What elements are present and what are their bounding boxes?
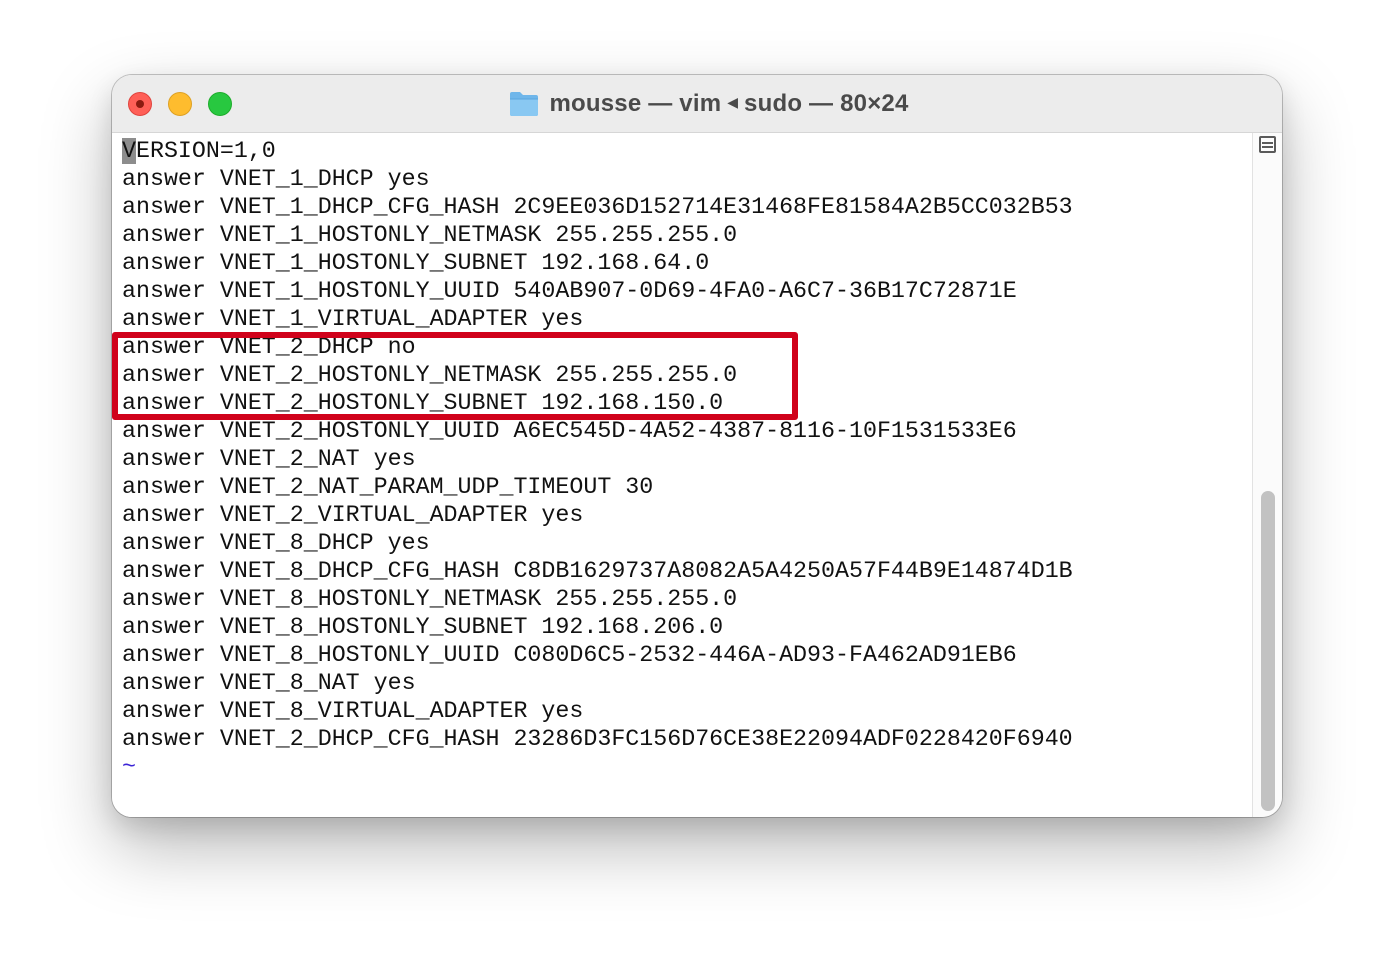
- split-pane-icon[interactable]: [1259, 136, 1276, 153]
- highlight-annotation-box: [112, 332, 798, 420]
- terminal-window: mousse — vim ◀ sudo — 80×24 VERSION=1,0 …: [112, 75, 1282, 817]
- left-triangle-icon: ◀: [727, 96, 739, 111]
- line-text: ERSION=1,0: [135, 138, 276, 164]
- terminal-line: answer VNET_8_VIRTUAL_ADAPTER yes: [122, 698, 584, 724]
- terminal-line: answer VNET_8_HOSTONLY_UUID C080D6C5-253…: [122, 642, 1017, 668]
- terminal-line: answer VNET_8_NAT yes: [122, 670, 416, 696]
- terminal-line: answer VNET_1_HOSTONLY_SUBNET 192.168.64…: [122, 250, 710, 276]
- terminal-line: answer VNET_1_HOSTONLY_NETMASK 255.255.2…: [122, 222, 738, 248]
- terminal-line: answer VNET_8_DHCP_CFG_HASH C8DB1629737A…: [122, 558, 1073, 584]
- text-cursor: V: [122, 138, 136, 164]
- terminal-line: answer VNET_2_HOSTONLY_UUID A6EC545D-4A5…: [122, 418, 1017, 444]
- title-right-text: sudo — 80×24: [744, 89, 909, 117]
- terminal-line: answer VNET_8_HOSTONLY_SUBNET 192.168.20…: [122, 614, 724, 640]
- terminal-content[interactable]: VERSION=1,0 answer VNET_1_DHCP yes answe…: [112, 133, 1252, 817]
- window-title: mousse — vim ◀ sudo — 80×24: [112, 75, 1282, 132]
- terminal-line: answer VNET_8_DHCP yes: [122, 530, 430, 556]
- terminal-line: answer VNET_1_DHCP yes: [122, 166, 430, 192]
- terminal-line: answer VNET_2_VIRTUAL_ADAPTER yes: [122, 502, 584, 528]
- terminal-line: answer VNET_2_NAT_PARAM_UDP_TIMEOUT 30: [122, 474, 654, 500]
- terminal-line: answer VNET_2_NAT yes: [122, 446, 416, 472]
- title-left-text: mousse — vim: [549, 89, 722, 117]
- vertical-scrollbar[interactable]: [1252, 133, 1282, 817]
- terminal-line: answer VNET_1_HOSTONLY_UUID 540AB907-0D6…: [122, 278, 1017, 304]
- title-bar[interactable]: mousse — vim ◀ sudo — 80×24: [112, 75, 1282, 133]
- scrollbar-thumb[interactable]: [1261, 491, 1275, 811]
- empty-line-marker: ~: [122, 754, 136, 780]
- terminal-line: answer VNET_1_DHCP_CFG_HASH 2C9EE036D152…: [122, 194, 1073, 220]
- terminal-line: answer VNET_2_DHCP_CFG_HASH 23286D3FC156…: [122, 726, 1073, 752]
- folder-icon: [510, 92, 539, 116]
- terminal-line: answer VNET_8_HOSTONLY_NETMASK 255.255.2…: [122, 586, 738, 612]
- terminal-line: answer VNET_1_VIRTUAL_ADAPTER yes: [122, 306, 584, 332]
- terminal-line: VERSION=1,0: [122, 137, 276, 165]
